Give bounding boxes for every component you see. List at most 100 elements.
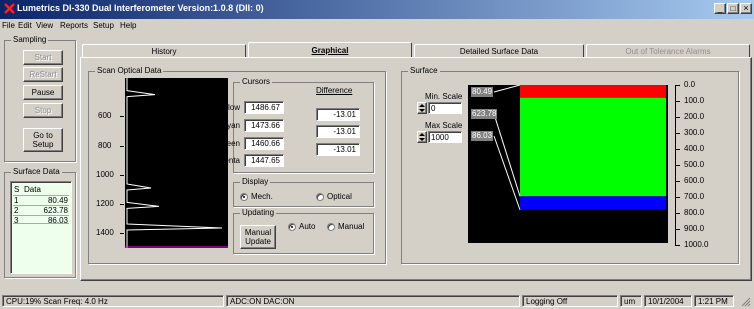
max-scale-label: Max Scale — [425, 121, 463, 130]
row-value: 86.03 — [47, 216, 68, 225]
status-logging: Logging Off — [522, 295, 618, 307]
manual-update-button[interactable]: Manual Update — [240, 225, 276, 249]
surface-marker: 86.03 — [471, 131, 493, 141]
table-header-row: S Data — [13, 185, 69, 194]
close-button[interactable]: × — [740, 3, 752, 14]
diff-green-magenta: -13.01 — [316, 143, 360, 156]
surface-marker-line — [493, 85, 521, 93]
cursor-cyan-label: Cyan — [221, 121, 240, 130]
close-icon: × — [743, 3, 749, 13]
tab-graphical[interactable]: Graphical — [248, 42, 412, 58]
surface-axis-tick-mark — [675, 213, 680, 214]
updating-manual-option[interactable]: Manual — [327, 222, 369, 232]
menu-edit[interactable]: Edit — [18, 21, 32, 30]
scan-optical-data-label: Scan Optical Data — [95, 66, 164, 75]
window-title: Lumetrics DI-330 Dual Interferometer Ver… — [17, 3, 264, 13]
cursor-yellow-value: 1486.67 — [244, 101, 284, 114]
surface-axis-tick-label: 100.0 — [684, 96, 705, 105]
surface-marker: 623.78 — [471, 109, 497, 119]
surface-layer-3 — [520, 196, 666, 210]
menu-view[interactable]: View — [36, 21, 53, 30]
table-row: 1 80.49 — [13, 195, 69, 205]
updating-manual-label: Manual — [338, 222, 365, 231]
app-logo-icon — [4, 3, 15, 14]
status-units: um — [620, 295, 642, 307]
min-scale-input[interactable]: 0 — [428, 102, 462, 114]
status-date: 10/1/2004 — [644, 295, 692, 307]
surface-axis-tick-mark — [675, 245, 680, 246]
col-header-s: S — [14, 185, 20, 194]
surface-axis-tick-mark — [675, 229, 680, 230]
surface-data-label: Surface Data — [11, 167, 62, 176]
surface-axis: 0.0 100.0 200.0 300.0 400.0 500.0 600.0 700.0 80… — [670, 80, 730, 252]
cursor-magenta-value: 1447.65 — [244, 154, 284, 167]
scan-y-axis: 600 800 1000 1200 1400 — [96, 78, 125, 248]
maximize-icon: □ — [730, 4, 736, 13]
radio-icon — [240, 193, 248, 201]
min-scale-spinner[interactable] — [417, 102, 427, 114]
stop-button[interactable]: Stop — [23, 103, 63, 118]
difference-label: Difference — [316, 86, 353, 95]
surface-axis-tick-label: 900.0 — [684, 224, 705, 233]
resize-grip-icon[interactable] — [740, 296, 751, 307]
maximize-button[interactable]: □ — [727, 3, 739, 14]
menu-reports[interactable]: Reports — [60, 21, 88, 30]
surface-layers — [493, 85, 666, 211]
cursor-green-label: Green — [217, 139, 240, 148]
spinner-arrows-icon — [419, 133, 425, 141]
tab-out-of-tolerance-alarms[interactable]: Out of Tolerance Alarms — [586, 44, 750, 58]
status-time: 1:21 PM — [694, 295, 734, 307]
cursor-green-value: 1460.66 — [244, 137, 284, 150]
restart-button[interactable]: ReStart — [23, 67, 63, 82]
display-optical-option[interactable]: Optical — [316, 192, 364, 202]
scan-y-tick: 1400 — [96, 228, 114, 237]
max-scale-spinner[interactable] — [417, 131, 427, 143]
surface-axis-tick-label: 400.0 — [684, 144, 705, 153]
start-button[interactable]: Start — [23, 50, 63, 65]
tab-history[interactable]: History — [82, 44, 246, 58]
cursor-cyan-value: 1473.66 — [244, 119, 284, 132]
title-bar: Lumetrics DI-330 Dual Interferometer Ver… — [0, 0, 754, 19]
surface-marker: 80.49 — [471, 87, 493, 97]
menu-bar: File Edit View Reports Setup Help — [0, 20, 754, 32]
minimize-button[interactable]: _ — [714, 3, 726, 14]
pause-button[interactable]: Pause — [23, 85, 63, 100]
cursors-label: Cursors — [240, 77, 273, 86]
scan-y-tick: 600 — [98, 111, 112, 120]
table-row: 2 623.78 — [13, 205, 69, 215]
status-cpu: CPU:19% Scan Freq: 4.0 Hz — [2, 295, 224, 307]
row-value: 623.78 — [43, 206, 68, 215]
surface-axis-tick-mark — [675, 133, 680, 134]
go-to-setup-button[interactable]: Go to Setup — [23, 128, 63, 152]
max-scale-input[interactable]: 1000 — [428, 131, 462, 143]
row-index: 3 — [14, 216, 19, 225]
cursor-yellow-label: Yellow — [217, 103, 240, 112]
row-value: 80.49 — [47, 196, 68, 205]
scan-trace-line — [126, 78, 223, 248]
surface-axis-tick-mark — [675, 165, 680, 166]
surface-axis-tick-label: 0.0 — [684, 80, 696, 89]
scan-y-tick: 1200 — [96, 199, 114, 208]
menu-file[interactable]: File — [2, 21, 15, 30]
surface-axis-tick-label: 1000.0 — [684, 240, 709, 249]
tab-detailed-surface-data[interactable]: Detailed Surface Data — [414, 44, 584, 58]
surface-axis-tick-mark — [675, 101, 680, 102]
menu-help[interactable]: Help — [120, 21, 136, 30]
surface-axis-tick-label: 500.0 — [684, 160, 705, 169]
surface-axis-tick-mark — [675, 85, 680, 86]
display-mech-label: Mech. — [251, 192, 273, 201]
updating-auto-label: Auto — [299, 222, 316, 231]
cursor-magenta-label: Magenta — [208, 156, 240, 165]
surface-axis-tick-label: 200.0 — [684, 112, 705, 121]
display-optical-label: Optical — [327, 192, 352, 201]
surface-plot: 80.49 623.78 86.03 — [468, 85, 668, 243]
surface-axis-tick-mark — [675, 117, 680, 118]
surface-axis-tick-mark — [675, 149, 680, 150]
table-row: 3 86.03 — [13, 215, 69, 225]
scan-y-tick: 800 — [98, 141, 112, 150]
surface-marker-line — [493, 135, 521, 211]
menu-setup[interactable]: Setup — [93, 21, 114, 30]
display-mech-option[interactable]: Mech. — [240, 192, 280, 202]
surface-layer-1 — [520, 85, 666, 98]
updating-auto-option[interactable]: Auto — [288, 222, 320, 232]
